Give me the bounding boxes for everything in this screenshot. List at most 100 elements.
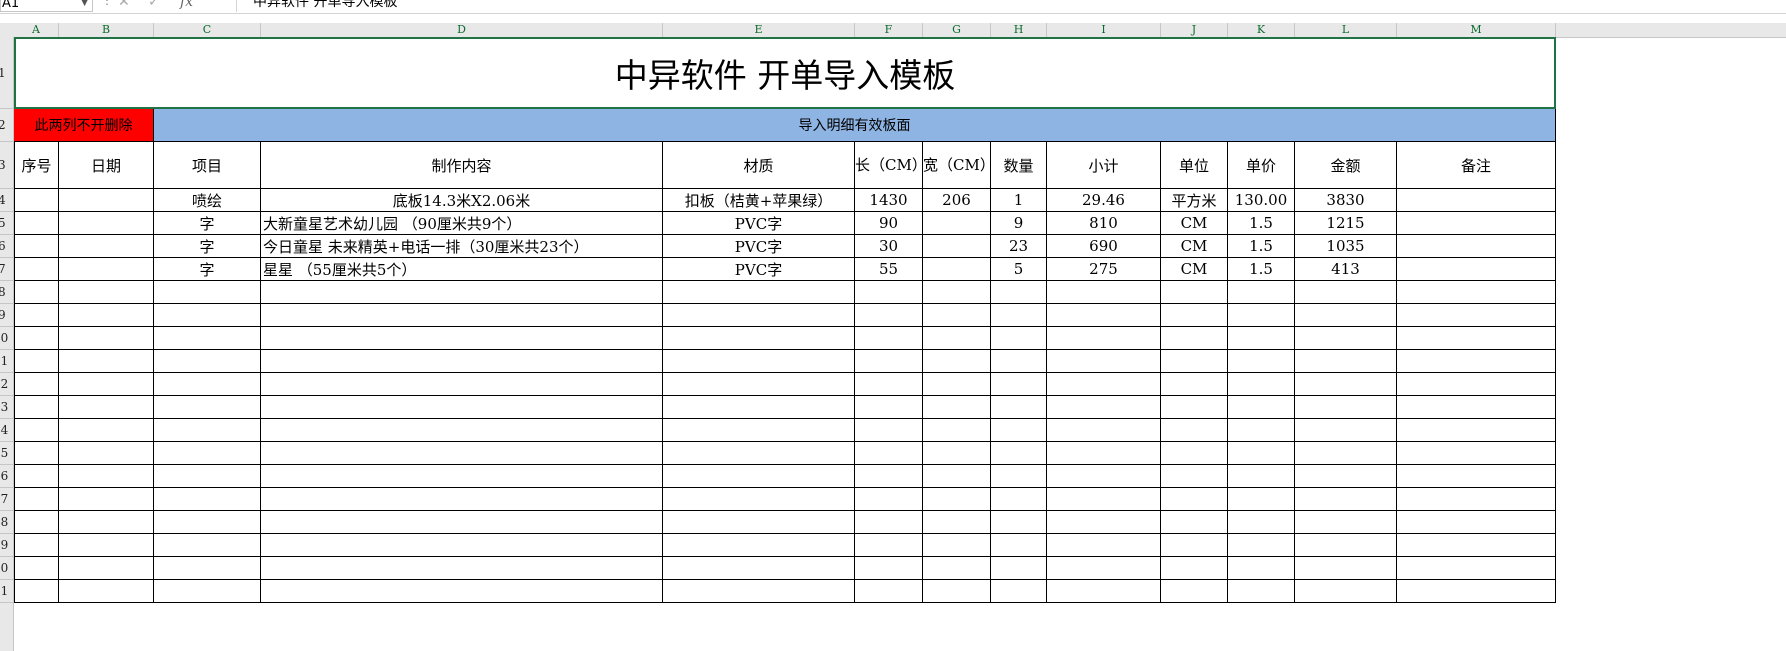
- cell-material[interactable]: PVC字: [663, 235, 855, 258]
- empty-cell[interactable]: [663, 350, 855, 373]
- empty-cell[interactable]: [1228, 304, 1295, 327]
- empty-cell[interactable]: [1397, 557, 1556, 580]
- empty-cell[interactable]: [14, 304, 59, 327]
- empty-cell[interactable]: [1228, 373, 1295, 396]
- formula-input[interactable]: 中异软件 开单导入模板: [236, 0, 1786, 12]
- cell-amount[interactable]: 413: [1295, 258, 1397, 281]
- cell-amount[interactable]: 1035: [1295, 235, 1397, 258]
- empty-cell[interactable]: [154, 511, 261, 534]
- empty-cell[interactable]: [154, 580, 261, 603]
- empty-cell[interactable]: [663, 373, 855, 396]
- cell-price[interactable]: 1.5: [1228, 212, 1295, 235]
- cell-price[interactable]: 1.5: [1228, 258, 1295, 281]
- empty-cell[interactable]: [154, 442, 261, 465]
- empty-cell[interactable]: [1228, 442, 1295, 465]
- row-header-5[interactable]: 5: [0, 212, 13, 235]
- empty-cell[interactable]: [1228, 534, 1295, 557]
- row-header-21[interactable]: 21: [0, 580, 13, 603]
- row-header-2[interactable]: 2: [0, 109, 13, 142]
- cell-date[interactable]: [59, 212, 154, 235]
- cell-price[interactable]: 130.00: [1228, 189, 1295, 212]
- cell-content[interactable]: 今日童星 未来精英+电话一排（30厘米共23个）: [261, 235, 663, 258]
- column-header-a[interactable]: A: [14, 23, 59, 37]
- column-header-c[interactable]: C: [154, 23, 261, 37]
- empty-cell[interactable]: [663, 511, 855, 534]
- cell-seq[interactable]: [14, 189, 59, 212]
- empty-cell[interactable]: [923, 327, 991, 350]
- empty-cell[interactable]: [1047, 396, 1161, 419]
- empty-cell[interactable]: [1228, 488, 1295, 511]
- empty-cell[interactable]: [923, 511, 991, 534]
- empty-cell[interactable]: [1295, 396, 1397, 419]
- cell-price[interactable]: 1.5: [1228, 235, 1295, 258]
- empty-cell[interactable]: [154, 350, 261, 373]
- header-price[interactable]: 单价: [1228, 142, 1295, 189]
- empty-cell[interactable]: [855, 373, 923, 396]
- empty-cell[interactable]: [261, 557, 663, 580]
- empty-cell[interactable]: [261, 373, 663, 396]
- empty-cell[interactable]: [991, 419, 1047, 442]
- empty-cell[interactable]: [1397, 373, 1556, 396]
- empty-cell[interactable]: [1047, 511, 1161, 534]
- empty-cell[interactable]: [59, 580, 154, 603]
- empty-cell[interactable]: [663, 580, 855, 603]
- empty-cell[interactable]: [991, 396, 1047, 419]
- cell-width[interactable]: 206: [923, 189, 991, 212]
- empty-cell[interactable]: [154, 304, 261, 327]
- empty-cell[interactable]: [1295, 465, 1397, 488]
- empty-cell[interactable]: [923, 534, 991, 557]
- empty-cell[interactable]: [663, 442, 855, 465]
- empty-cell[interactable]: [154, 488, 261, 511]
- chevron-down-icon[interactable]: ▼: [81, 0, 88, 12]
- empty-cell[interactable]: [59, 557, 154, 580]
- empty-cell[interactable]: [14, 442, 59, 465]
- empty-cell[interactable]: [1047, 419, 1161, 442]
- header-qty[interactable]: 数量: [991, 142, 1047, 189]
- empty-cell[interactable]: [1397, 511, 1556, 534]
- empty-cell[interactable]: [261, 419, 663, 442]
- empty-cell[interactable]: [1228, 465, 1295, 488]
- empty-cell[interactable]: [991, 488, 1047, 511]
- empty-cell[interactable]: [855, 396, 923, 419]
- empty-cell[interactable]: [14, 580, 59, 603]
- empty-cell[interactable]: [1397, 327, 1556, 350]
- header-amount[interactable]: 金额: [1295, 142, 1397, 189]
- empty-cell[interactable]: [1161, 442, 1228, 465]
- empty-cell[interactable]: [663, 327, 855, 350]
- empty-cell[interactable]: [59, 419, 154, 442]
- row-header-9[interactable]: 9: [0, 304, 13, 327]
- empty-cell[interactable]: [1228, 396, 1295, 419]
- column-header-e[interactable]: E: [663, 23, 855, 37]
- name-box[interactable]: A1 ▼: [0, 0, 93, 12]
- empty-cell[interactable]: [1161, 557, 1228, 580]
- cell-remark[interactable]: [1397, 258, 1556, 281]
- empty-cell[interactable]: [1397, 465, 1556, 488]
- empty-cell[interactable]: [1397, 419, 1556, 442]
- empty-cell[interactable]: [923, 304, 991, 327]
- cell-remark[interactable]: [1397, 235, 1556, 258]
- empty-cell[interactable]: [1295, 557, 1397, 580]
- header-content[interactable]: 制作内容: [261, 142, 663, 189]
- empty-cell[interactable]: [261, 511, 663, 534]
- empty-cell[interactable]: [154, 327, 261, 350]
- empty-cell[interactable]: [855, 442, 923, 465]
- empty-cell[interactable]: [261, 442, 663, 465]
- cell-unit[interactable]: 平方米: [1161, 189, 1228, 212]
- cell-length[interactable]: 1430: [855, 189, 923, 212]
- column-header-b[interactable]: B: [59, 23, 154, 37]
- empty-cell[interactable]: [1228, 281, 1295, 304]
- empty-cell[interactable]: [1047, 442, 1161, 465]
- row-header-19[interactable]: 19: [0, 534, 13, 557]
- worksheet-grid[interactable]: 中异软件 开单导入模板 此两列不开删除 导入明细有效板面 序号 日期 项目 制作内容材…: [14, 37, 1786, 651]
- empty-cell[interactable]: [261, 396, 663, 419]
- cell-qty[interactable]: 1: [991, 189, 1047, 212]
- empty-cell[interactable]: [1295, 373, 1397, 396]
- empty-cell[interactable]: [855, 534, 923, 557]
- header-seq[interactable]: 序号: [14, 142, 59, 189]
- empty-cell[interactable]: [1047, 580, 1161, 603]
- empty-cell[interactable]: [855, 304, 923, 327]
- row-header-17[interactable]: 17: [0, 488, 13, 511]
- blue-note-cell[interactable]: 导入明细有效板面: [154, 109, 1556, 142]
- row-header-12[interactable]: 12: [0, 373, 13, 396]
- empty-cell[interactable]: [1228, 419, 1295, 442]
